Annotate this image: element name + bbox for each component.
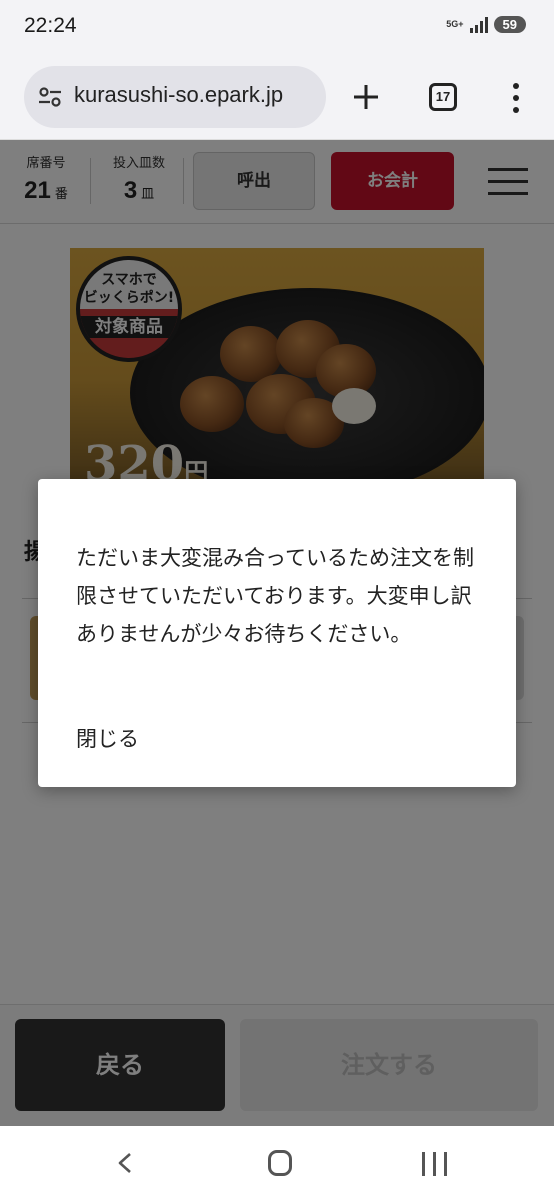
busy-dialog: ただいま大変混み合っているため注文を制限させていただいております。大変申し訳あり… bbox=[38, 479, 516, 787]
dialog-message: ただいま大変混み合っているため注文を制限させていただいております。大変申し訳あり… bbox=[76, 546, 474, 646]
more-vert-icon[interactable] bbox=[504, 80, 528, 116]
home-icon[interactable] bbox=[268, 1150, 292, 1176]
plus-icon bbox=[354, 85, 378, 109]
status-time: 22:24 bbox=[24, 14, 77, 37]
status-icons: 5G+ 59 bbox=[446, 16, 526, 33]
network-type-label: 5G+ bbox=[446, 19, 464, 29]
new-tab-button[interactable] bbox=[348, 74, 384, 120]
address-bar[interactable]: kurasushi-so.epark.jp bbox=[24, 66, 326, 128]
tabs-icon[interactable]: 17 bbox=[429, 83, 457, 111]
back-icon[interactable] bbox=[114, 1152, 136, 1174]
tune-icon[interactable] bbox=[38, 86, 62, 108]
system-nav-bar bbox=[0, 1126, 554, 1200]
dialog-close-button[interactable]: 閉じる bbox=[76, 723, 139, 753]
url-text[interactable]: kurasushi-so.epark.jp bbox=[74, 82, 283, 108]
browser-toolbar: kurasushi-so.epark.jp 17 bbox=[0, 56, 554, 140]
signal-icon bbox=[469, 16, 488, 33]
battery-indicator: 59 bbox=[493, 16, 526, 33]
recents-icon[interactable] bbox=[422, 1152, 448, 1176]
status-bar: 22:24 5G+ 59 bbox=[0, 0, 554, 56]
